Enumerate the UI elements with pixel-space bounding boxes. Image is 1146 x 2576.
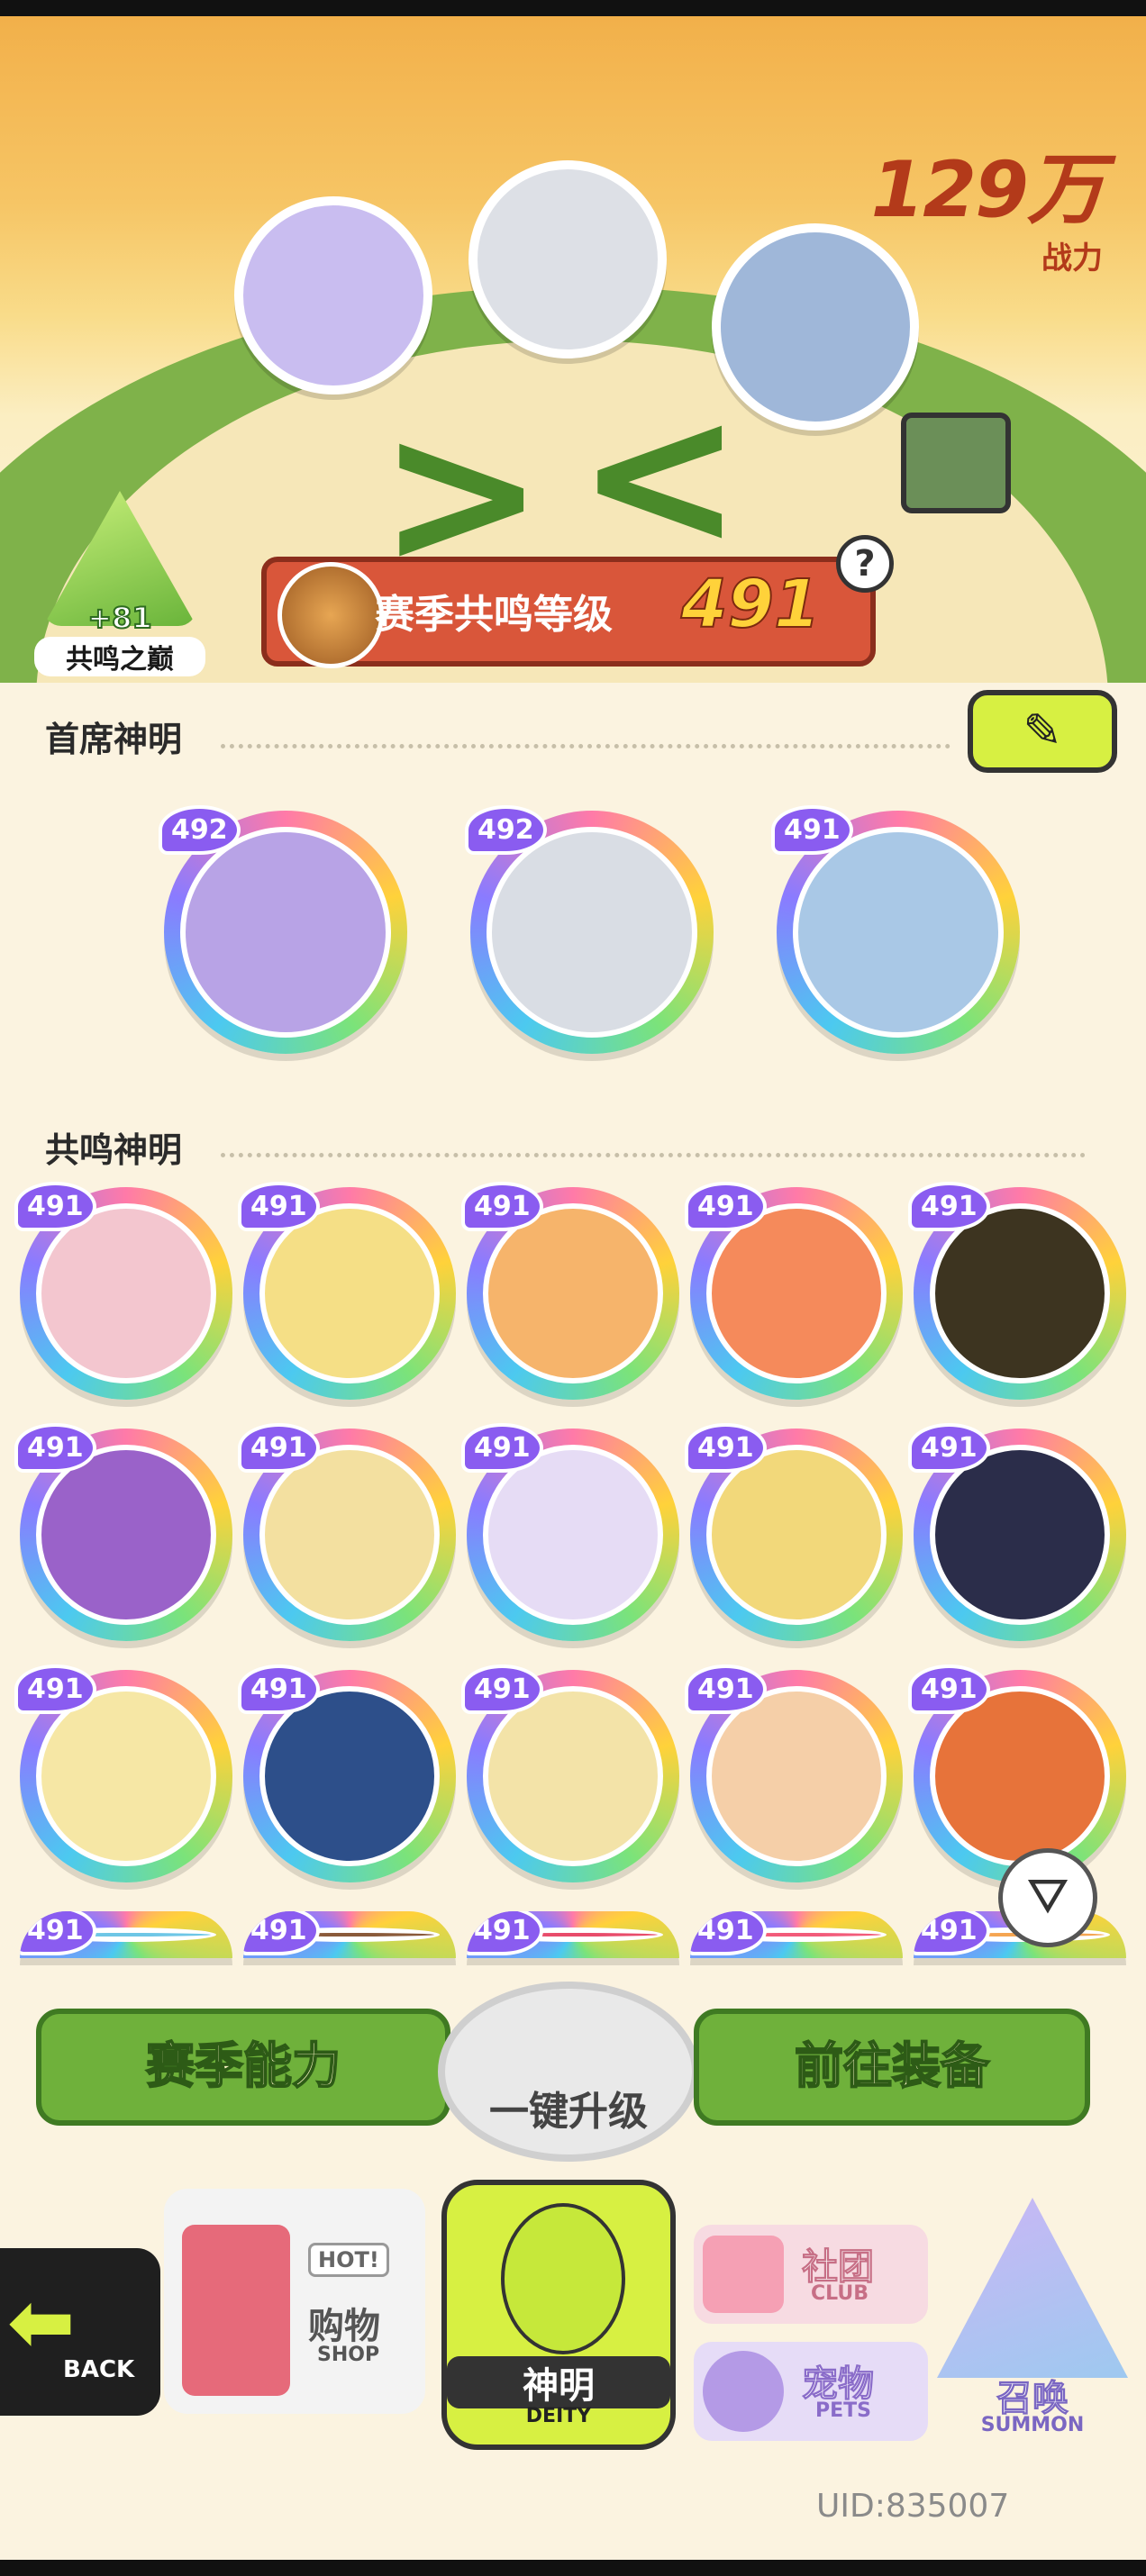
deity-level-badge: 491 bbox=[14, 1664, 96, 1714]
deity-level-badge: 492 bbox=[159, 805, 241, 855]
resonance-deity-card[interactable]: 491 bbox=[685, 1664, 903, 1882]
filter-icon[interactable]: ⛛ bbox=[998, 1848, 1097, 1947]
deity-level-badge: 491 bbox=[461, 1182, 543, 1231]
deity-level-badge: 491 bbox=[908, 1182, 990, 1231]
deity-level-badge: 491 bbox=[238, 1182, 320, 1231]
barrel-icon bbox=[277, 562, 384, 668]
hero-character-left[interactable] bbox=[234, 196, 432, 395]
deity-level-badge: 491 bbox=[908, 1423, 990, 1473]
nav-pets-sublabel: PETS bbox=[815, 2399, 872, 2422]
nav-summon-sublabel: SUMMON bbox=[980, 2414, 1085, 2436]
season-resonance-banner[interactable]: 赛季共鸣等级 491 bbox=[261, 557, 876, 668]
resonance-deity-card[interactable]: 491 bbox=[243, 1911, 456, 1958]
chief-deity-card[interactable]: 491 bbox=[771, 805, 1020, 1054]
help-icon[interactable]: ? bbox=[836, 535, 894, 593]
resonance-deity-card[interactable]: 491 bbox=[908, 1664, 1126, 1882]
divider bbox=[221, 744, 950, 748]
edit-pencil-icon: ✎ bbox=[1023, 704, 1062, 758]
resonance-deity-card[interactable]: 491 bbox=[14, 1423, 232, 1641]
deity-level-badge: 491 bbox=[914, 1911, 990, 1955]
deity-level-badge: 491 bbox=[685, 1182, 767, 1231]
deity-level-badge: 491 bbox=[14, 1423, 96, 1473]
back-label: BACK bbox=[63, 2356, 135, 2383]
vending-machine-icon bbox=[182, 2225, 290, 2396]
resonance-deity-card[interactable]: 491 bbox=[685, 1182, 903, 1400]
deity-portrait bbox=[487, 827, 697, 1038]
resonance-deity-card[interactable]: 491 bbox=[238, 1423, 456, 1641]
club-bag-icon bbox=[703, 2236, 784, 2313]
radio-item-icon[interactable] bbox=[901, 413, 1011, 513]
deity-level-badge: 491 bbox=[685, 1664, 767, 1714]
resonance-deity-card[interactable]: 491 bbox=[685, 1423, 903, 1641]
resonance-deity-card[interactable]: 491 bbox=[238, 1182, 456, 1400]
nav-club[interactable]: 社团 CLUB bbox=[694, 2225, 928, 2324]
deity-level-badge: 491 bbox=[461, 1423, 543, 1473]
nav-pets[interactable]: 宠物 PETS bbox=[694, 2342, 928, 2441]
deity-level-badge: 491 bbox=[461, 1664, 543, 1714]
season-resonance-label: 赛季共鸣等级 bbox=[375, 592, 613, 638]
resonance-deity-card[interactable]: 491 bbox=[461, 1664, 679, 1882]
nav-summon[interactable]: 召唤 SUMMON bbox=[928, 2198, 1137, 2450]
summon-crystal-icon bbox=[937, 2198, 1128, 2378]
deity-level-badge: 491 bbox=[467, 1911, 543, 1955]
resonance-deity-card[interactable]: 491 bbox=[461, 1423, 679, 1641]
deity-level-badge: 491 bbox=[685, 1423, 767, 1473]
resonance-deity-card[interactable]: 491 bbox=[461, 1182, 679, 1400]
nav-deity-sublabel: DEITY bbox=[525, 2405, 592, 2427]
nav-shop[interactable]: HOT! 购物 SHOP bbox=[164, 2189, 425, 2414]
chief-deity-card[interactable]: 492 bbox=[465, 805, 714, 1054]
resonance-deity-card[interactable]: 491 bbox=[467, 1911, 679, 1958]
combat-power-value: 129万 bbox=[870, 145, 1105, 235]
one-click-upgrade-button[interactable]: 一键升级 bbox=[438, 1982, 699, 2162]
resonance-deity-card[interactable]: 491 bbox=[14, 1182, 232, 1400]
chief-deities-title: 首席神明 bbox=[45, 720, 183, 759]
deity-level-badge: 491 bbox=[771, 805, 853, 855]
season-ability-button[interactable]: 赛季能力 bbox=[36, 2009, 450, 2126]
nav-shop-sublabel: SHOP bbox=[317, 2344, 380, 2366]
resonance-deity-card[interactable]: 491 bbox=[238, 1664, 456, 1882]
deity-avatar-icon bbox=[501, 2203, 625, 2354]
shop-hot-badge: HOT! bbox=[308, 2243, 389, 2277]
divider bbox=[221, 1153, 1086, 1157]
resonance-deity-card[interactable]: 491 bbox=[908, 1423, 1126, 1641]
deity-portrait bbox=[793, 827, 1004, 1038]
deity-level-badge: 491 bbox=[238, 1664, 320, 1714]
nav-club-sublabel: CLUB bbox=[811, 2282, 869, 2305]
hero-character-center[interactable] bbox=[468, 160, 667, 358]
deity-level-badge: 492 bbox=[465, 805, 547, 855]
resonance-peak-label: 共鸣之巅 bbox=[34, 637, 205, 676]
deity-level-badge: 491 bbox=[14, 1182, 96, 1231]
combat-power-label: 战力 bbox=[1041, 240, 1103, 277]
nav-deity[interactable]: 神明 DEITY bbox=[441, 2180, 676, 2450]
user-id: UID:835007 bbox=[816, 2488, 1010, 2525]
resonance-deities-title: 共鸣神明 bbox=[45, 1130, 183, 1170]
combat-power: 129万 战力 bbox=[870, 126, 1105, 277]
deity-level-badge: 491 bbox=[690, 1911, 767, 1955]
edit-button[interactable]: ✎ bbox=[968, 690, 1117, 773]
resonance-deity-card[interactable]: 491 bbox=[14, 1664, 232, 1882]
nav-deity-label: 神明 bbox=[447, 2356, 670, 2408]
deity-level-badge: 491 bbox=[908, 1664, 990, 1714]
back-button[interactable]: ⬅ BACK bbox=[0, 2248, 160, 2416]
nav-shop-label: 购物 bbox=[308, 2306, 380, 2347]
chevron-left-icon: < bbox=[577, 360, 743, 591]
deity-level-badge: 491 bbox=[238, 1423, 320, 1473]
pet-icon bbox=[703, 2351, 784, 2432]
deity-portrait bbox=[180, 827, 391, 1038]
deity-level-badge: 491 bbox=[20, 1911, 96, 1955]
go-equipment-button[interactable]: 前往装备 bbox=[694, 2009, 1090, 2126]
resonance-deity-card[interactable]: 491 bbox=[908, 1182, 1126, 1400]
season-resonance-level: 491 bbox=[680, 565, 821, 644]
nav-bar-edge bbox=[0, 2560, 1146, 2576]
resonance-peak-button[interactable]: +81 共鸣之巅 bbox=[34, 491, 205, 676]
resonance-peak-bonus: +81 bbox=[86, 600, 152, 636]
deity-level-badge: 491 bbox=[243, 1911, 320, 1955]
one-click-upgrade-label: 一键升级 bbox=[489, 2089, 648, 2135]
status-bar bbox=[0, 0, 1146, 16]
chief-deity-card[interactable]: 492 bbox=[159, 805, 407, 1054]
resonance-deity-card[interactable]: 491 bbox=[690, 1911, 903, 1958]
resonance-deity-card[interactable]: 491 bbox=[20, 1911, 232, 1958]
